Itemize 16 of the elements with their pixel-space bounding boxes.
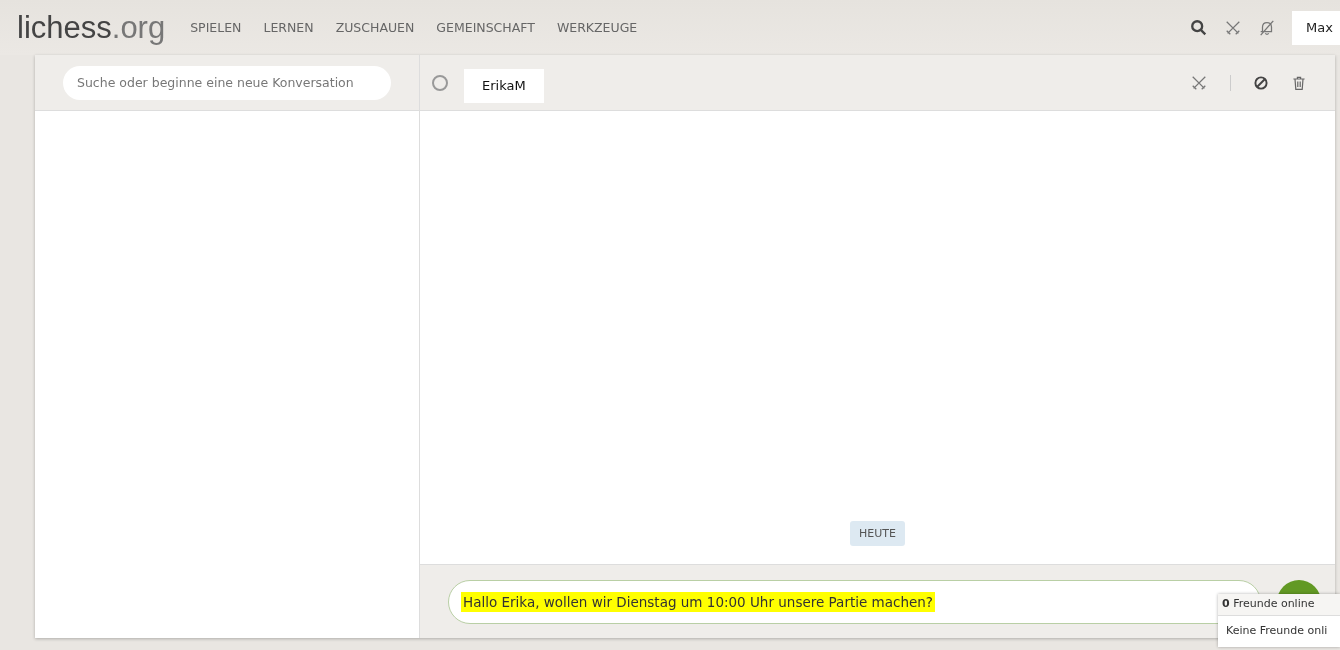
nav-link[interactable]: ZUSCHAUEN	[324, 20, 426, 35]
day-label: HEUTE	[850, 521, 905, 546]
nav-link[interactable]: WERKZEUGE	[545, 20, 649, 35]
search-icon[interactable]	[1190, 18, 1208, 37]
contact-name[interactable]: ErikaM	[464, 68, 544, 103]
block-icon[interactable]	[1253, 74, 1269, 91]
muted-bell-icon[interactable]	[1258, 18, 1276, 37]
nav-link[interactable]: SPIELEN	[179, 20, 253, 35]
no-friends-text: Keine Freunde onli	[1225, 623, 1329, 639]
nav-link[interactable]: LERNEN	[252, 20, 325, 35]
user-menu[interactable]: Max	[1292, 10, 1340, 45]
friends-online-title[interactable]: 0 Freunde online	[1218, 594, 1340, 616]
trash-icon[interactable]	[1291, 74, 1307, 91]
nav-link[interactable]: GEMEINSCHAFT	[425, 20, 546, 35]
search-field[interactable]: Suche oder beginne eine neue Konversation	[63, 65, 391, 100]
site-logo[interactable]: lichess.org	[17, 9, 166, 46]
